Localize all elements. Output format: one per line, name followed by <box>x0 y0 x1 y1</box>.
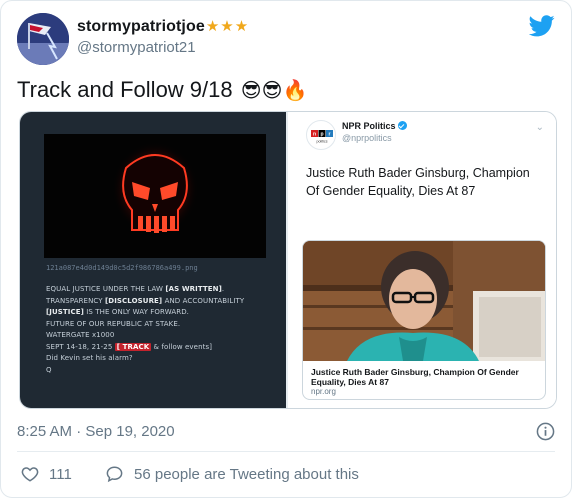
post-body-text: EQUAL JUSTICE UNDER THE LAW [AS WRITTEN]… <box>46 284 282 376</box>
author-avatar[interactable] <box>17 13 69 65</box>
tweet-media[interactable]: 121a087e4d0d149d0c5d2f986786a499.png EQU… <box>19 111 557 409</box>
tweeting-about-link[interactable]: 56 people are Tweeting about this <box>105 465 359 483</box>
track-tag: [ TRACK <box>114 342 152 351</box>
npr-logo-letter-p: p <box>320 132 323 138</box>
article-domain: npr.org <box>311 387 336 396</box>
npr-logo-sub: politics <box>317 140 328 144</box>
post-line: [JUSTICE] IS THE ONLY WAY FORWARD. <box>46 308 190 316</box>
npr-logo-letter-n: n <box>313 132 316 138</box>
quoted-tweet-text: Justice Ruth Bader Ginsburg, Champion Of… <box>306 166 530 198</box>
post-line: WATERGATE x1000 <box>46 331 115 339</box>
article-link-card[interactable]: Justice Ruth Bader Ginsburg, Champion Of… <box>302 240 546 400</box>
image-filename[interactable]: 121a087e4d0d149d0c5d2f986786a499.png <box>46 264 198 272</box>
post-line: TRANSPARENCY [DISCLOSURE] AND ACCOUNTABI… <box>46 296 245 305</box>
author-handle[interactable]: @stormypatriot21 <box>77 39 196 56</box>
like-count: 111 <box>49 465 72 483</box>
npr-logo-letter-r: r <box>329 132 331 138</box>
info-icon[interactable] <box>536 422 555 441</box>
post-line: FUTURE OF OUR REPUBLIC AT STAKE. <box>46 319 181 328</box>
like-button[interactable]: 111 <box>21 465 72 483</box>
author-display-name[interactable]: stormypatriotjoe★★★ <box>77 17 249 36</box>
quoted-tweet-screenshot[interactable]: n p r politics NPR Politics @nprpolitics… <box>288 112 556 408</box>
reply-bubble-icon <box>106 466 123 483</box>
tweeting-count-text: 56 people are Tweeting about this <box>134 465 359 483</box>
post-line: EQUAL JUSTICE UNDER THE LAW [AS WRITTEN]… <box>46 285 225 293</box>
article-title[interactable]: Justice Ruth Bader Ginsburg, Champion Of… <box>311 367 541 387</box>
post-line: Q <box>46 365 52 374</box>
heart-icon <box>21 467 39 482</box>
quoted-author-handle[interactable]: @nprpolitics <box>342 133 392 143</box>
chevron-down-icon[interactable]: ⌄ <box>536 122 544 133</box>
quoted-author-name[interactable]: NPR Politics <box>342 121 407 131</box>
embedded-post-image[interactable]: 121a087e4d0d149d0c5d2f986786a499.png EQU… <box>20 112 286 408</box>
punisher-skull-image <box>44 134 266 258</box>
article-photo <box>303 241 545 361</box>
post-line: SEPT 14-18, 21-25 [ TRACK & follow event… <box>46 342 213 351</box>
emoji-sunglasses-fire: 😎😎🔥 <box>240 80 308 102</box>
tweet-timestamp[interactable]: 8:25 AM · Sep 19, 2020 <box>17 423 175 440</box>
twitter-bird-icon[interactable] <box>529 15 555 37</box>
stars-emoji: ★★★ <box>205 18 250 35</box>
tweet-card: stormypatriotjoe★★★ @stormypatriot21 Tra… <box>0 0 572 498</box>
verified-badge-icon <box>397 121 407 130</box>
npr-politics-logo: n p r politics <box>306 120 336 150</box>
tweet-text: Track and Follow 9/18 😎😎🔥 <box>17 77 308 102</box>
footer-divider <box>17 451 555 452</box>
post-line: Did Kevin set his alarm? <box>46 354 133 362</box>
